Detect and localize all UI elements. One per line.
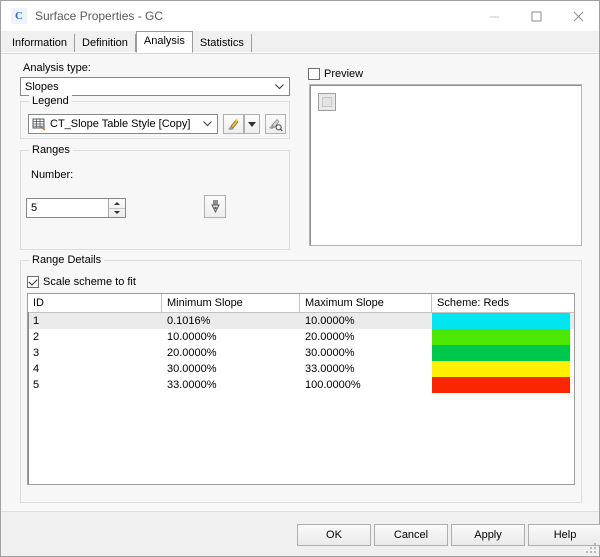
edit-style-dropdown-icon[interactable] [244, 114, 260, 134]
cell-id: 2 [33, 331, 40, 343]
cell-maximum-slope: 30.0000% [305, 347, 355, 359]
tab-information[interactable]: Information [5, 34, 76, 53]
cell-minimum-slope: 0.1016% [167, 315, 211, 327]
preview-style-icon[interactable] [265, 114, 286, 134]
cell-id: 3 [33, 347, 40, 359]
apply-button[interactable]: Apply [451, 524, 525, 546]
analysis-type-combo[interactable]: Slopes [20, 77, 290, 96]
table-row[interactable]: 1 0.1016% 10.0000% [28, 313, 574, 329]
legend-style-combo[interactable]: CT_Slope Table Style [Copy] [28, 114, 218, 134]
table-row[interactable]: 5 33.0000% 100.0000% [28, 377, 574, 393]
column-header-scheme[interactable]: Scheme: Reds [432, 294, 570, 312]
cell-minimum-slope: 20.0000% [167, 347, 217, 359]
preview-placeholder-icon [318, 93, 336, 111]
ranges-number-label: Number: [31, 169, 74, 181]
tab-strip: Information Definition Analysis Statisti… [1, 31, 599, 53]
table-body: 1 0.1016% 10.0000% 2 10.0000% 20.0000% 3 20.000… [28, 313, 574, 393]
ok-button[interactable]: OK [297, 524, 371, 546]
legend-style-value: CT_Slope Table Style [Copy] [50, 118, 191, 130]
run-analysis-icon[interactable] [204, 195, 226, 218]
stepper-down-icon[interactable] [109, 209, 125, 218]
edit-style-icon[interactable] [223, 114, 244, 134]
cell-id: 4 [33, 363, 40, 375]
tab-statistics[interactable]: Statistics [193, 34, 252, 53]
table-row[interactable]: 4 30.0000% 33.0000% [28, 361, 574, 377]
cell-scheme-swatch[interactable] [432, 345, 570, 361]
cell-minimum-slope: 33.0000% [167, 379, 217, 391]
tab-definition[interactable]: Definition [75, 34, 136, 53]
window-title: Surface Properties - GC [35, 9, 164, 23]
preview-pane[interactable] [309, 84, 582, 246]
cell-minimum-slope: 10.0000% [167, 331, 217, 343]
cell-scheme-swatch[interactable] [432, 377, 570, 393]
cell-minimum-slope: 30.0000% [167, 363, 217, 375]
cell-scheme-swatch[interactable] [432, 329, 570, 345]
resize-grip-icon[interactable] [585, 542, 597, 554]
ranges-number-value: 5 [31, 202, 38, 214]
title-bar: C Surface Properties - GC [1, 1, 599, 31]
preview-checkbox-label: Preview [324, 68, 364, 80]
cell-id: 1 [33, 315, 40, 327]
preview-checkbox[interactable]: Preview [308, 68, 363, 80]
cancel-button[interactable]: Cancel [374, 524, 448, 546]
table-style-icon [32, 117, 46, 131]
column-header-max[interactable]: Maximum Slope [300, 294, 432, 312]
chevron-down-icon [203, 115, 212, 133]
range-details-group-title: Range Details [29, 254, 105, 266]
table-header-row: ID Minimum Slope Maximum Slope Scheme: R… [28, 294, 574, 313]
window-controls [473, 1, 599, 31]
table-left-rule [28, 312, 29, 484]
cell-scheme-swatch[interactable] [432, 313, 570, 329]
ranges-number-stepper[interactable]: 5 [26, 198, 126, 218]
cell-maximum-slope: 10.0000% [305, 315, 355, 327]
tab-analysis[interactable]: Analysis [135, 31, 193, 53]
maximize-icon[interactable] [515, 1, 557, 31]
analysis-type-label: Analysis type: [23, 62, 91, 74]
cell-maximum-slope: 20.0000% [305, 331, 355, 343]
stepper-buttons[interactable] [108, 199, 125, 217]
legend-group-title: Legend [29, 95, 72, 107]
range-details-table[interactable]: ID Minimum Slope Maximum Slope Scheme: R… [27, 293, 575, 485]
civil3d-c-icon: C [11, 8, 27, 24]
close-icon[interactable] [557, 1, 599, 31]
minimize-icon[interactable] [473, 1, 515, 31]
stepper-up-icon[interactable] [109, 199, 125, 209]
scale-scheme-checkbox[interactable]: Scale scheme to fit [27, 276, 136, 288]
cell-scheme-swatch[interactable] [432, 361, 570, 377]
ranges-group-title: Ranges [29, 144, 73, 156]
scale-scheme-checkbox-box[interactable] [27, 276, 39, 288]
column-header-min[interactable]: Minimum Slope [162, 294, 300, 312]
table-row[interactable]: 3 20.0000% 30.0000% [28, 345, 574, 361]
chevron-down-icon [275, 78, 284, 95]
surface-properties-dialog: C Surface Properties - GC Information De… [0, 0, 600, 557]
scale-scheme-label: Scale scheme to fit [43, 276, 136, 288]
column-header-id[interactable]: ID [28, 294, 162, 312]
cell-id: 5 [33, 379, 40, 391]
preview-checkbox-box[interactable] [308, 68, 320, 80]
analysis-tab-panel: Analysis type: Slopes Legend CT_Slope Ta… [1, 53, 600, 556]
table-row[interactable]: 2 10.0000% 20.0000% [28, 329, 574, 345]
cell-maximum-slope: 100.0000% [305, 379, 361, 391]
cell-maximum-slope: 33.0000% [305, 363, 355, 375]
analysis-type-value: Slopes [25, 80, 59, 93]
dialog-button-bar: OK Cancel Apply Help [1, 511, 600, 556]
